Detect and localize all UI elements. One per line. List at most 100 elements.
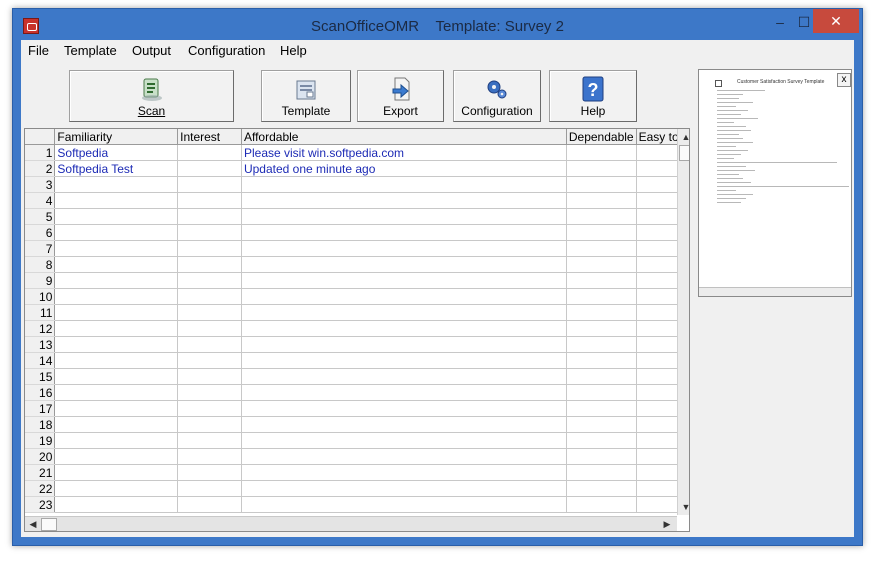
table-cell-interest[interactable] <box>177 160 242 177</box>
table-cell-familiarity[interactable] <box>54 352 179 369</box>
table-row[interactable]: 10 <box>25 288 689 305</box>
table-cell-familiarity[interactable] <box>54 400 179 417</box>
row-header[interactable]: 14 <box>25 352 56 369</box>
table-cell-dependable[interactable] <box>566 224 637 241</box>
table-cell-affordable[interactable] <box>241 240 567 257</box>
table-cell-affordable[interactable] <box>241 384 567 401</box>
table-cell-affordable[interactable] <box>241 416 567 433</box>
table-cell-dependable[interactable] <box>566 480 637 497</box>
table-cell-affordable[interactable]: Please visit win.softpedia.com <box>241 144 567 161</box>
table-cell-dependable[interactable] <box>566 256 637 273</box>
table-cell-familiarity[interactable] <box>54 416 179 433</box>
table-row[interactable]: 23 <box>25 496 689 513</box>
table-row[interactable]: 9 <box>25 272 689 289</box>
table-row[interactable]: 4 <box>25 192 689 209</box>
table-cell-affordable[interactable] <box>241 272 567 289</box>
table-cell-interest[interactable] <box>177 256 242 273</box>
table-cell-dependable[interactable] <box>566 368 637 385</box>
table-cell-interest[interactable] <box>177 224 242 241</box>
table-cell-dependable[interactable] <box>566 160 637 177</box>
table-cell-interest[interactable] <box>177 384 242 401</box>
menu-output[interactable]: Output <box>132 43 171 58</box>
table-cell-affordable[interactable] <box>241 480 567 497</box>
vertical-scroll-thumb[interactable] <box>679 145 689 161</box>
row-header[interactable]: 12 <box>25 320 56 337</box>
table-row[interactable]: 14 <box>25 352 689 369</box>
table-cell-familiarity[interactable] <box>54 240 179 257</box>
table-row[interactable]: 6 <box>25 224 689 241</box>
row-header[interactable]: 15 <box>25 368 56 385</box>
column-header-familiarity[interactable]: Familiarity <box>54 129 179 145</box>
help-button[interactable]: ? Help <box>549 70 637 122</box>
table-cell-interest[interactable] <box>177 352 242 369</box>
table-row[interactable]: 3 <box>25 176 689 193</box>
table-cell-interest[interactable] <box>177 304 242 321</box>
menu-template[interactable]: Template <box>64 43 117 58</box>
table-cell-affordable[interactable] <box>241 320 567 337</box>
table-cell-interest[interactable] <box>177 416 242 433</box>
vertical-scrollbar[interactable]: ▲ ▼ <box>677 129 689 515</box>
table-cell-familiarity[interactable] <box>54 384 179 401</box>
table-row[interactable]: 18 <box>25 416 689 433</box>
scroll-down-arrow[interactable]: ▼ <box>678 499 689 515</box>
table-cell-dependable[interactable] <box>566 352 637 369</box>
row-header[interactable]: 21 <box>25 464 56 481</box>
row-header[interactable]: 13 <box>25 336 56 353</box>
column-header-interest[interactable]: Interest <box>177 129 242 145</box>
maximize-button[interactable]: ☐ <box>793 12 815 34</box>
table-cell-dependable[interactable] <box>566 240 637 257</box>
table-row[interactable]: 2 Softpedia Test Updated one minute ago <box>25 160 689 177</box>
row-header[interactable]: 1 <box>25 144 56 161</box>
scroll-left-arrow[interactable]: ◀ <box>25 517 41 531</box>
scroll-right-arrow[interactable]: ▶ <box>659 517 675 531</box>
table-cell-interest[interactable] <box>177 336 242 353</box>
table-cell-interest[interactable] <box>177 496 242 513</box>
table-cell-dependable[interactable] <box>566 416 637 433</box>
table-cell-interest[interactable] <box>177 208 242 225</box>
table-cell-dependable[interactable] <box>566 208 637 225</box>
table-cell-familiarity[interactable] <box>54 496 179 513</box>
table-row[interactable]: 21 <box>25 464 689 481</box>
table-row[interactable]: 17 <box>25 400 689 417</box>
table-cell-interest[interactable] <box>177 192 242 209</box>
table-cell-interest[interactable] <box>177 320 242 337</box>
table-cell-dependable[interactable] <box>566 496 637 513</box>
horizontal-scrollbar[interactable]: ◀ ▶ <box>25 516 677 531</box>
table-cell-affordable[interactable] <box>241 288 567 305</box>
table-cell-dependable[interactable] <box>566 192 637 209</box>
table-cell-interest[interactable] <box>177 272 242 289</box>
table-cell-familiarity[interactable]: Softpedia <box>54 144 179 161</box>
table-cell-dependable[interactable] <box>566 400 637 417</box>
table-cell-familiarity[interactable] <box>54 464 179 481</box>
table-cell-dependable[interactable] <box>566 336 637 353</box>
configuration-button[interactable]: Configuration <box>453 70 541 122</box>
scroll-up-arrow[interactable]: ▲ <box>678 129 689 145</box>
row-header[interactable]: 10 <box>25 288 56 305</box>
table-cell-interest[interactable] <box>177 144 242 161</box>
table-cell-interest[interactable] <box>177 400 242 417</box>
row-header[interactable]: 8 <box>25 256 56 273</box>
table-cell-affordable[interactable] <box>241 304 567 321</box>
table-cell-familiarity[interactable] <box>54 432 179 449</box>
table-cell-dependable[interactable] <box>566 288 637 305</box>
menu-help[interactable]: Help <box>280 43 307 58</box>
row-header[interactable]: 23 <box>25 496 56 513</box>
table-cell-affordable[interactable] <box>241 400 567 417</box>
row-header[interactable]: 9 <box>25 272 56 289</box>
table-cell-familiarity[interactable] <box>54 304 179 321</box>
table-cell-familiarity[interactable]: Softpedia Test <box>54 160 179 177</box>
table-cell-affordable[interactable] <box>241 256 567 273</box>
table-cell-interest[interactable] <box>177 432 242 449</box>
table-cell-interest[interactable] <box>177 240 242 257</box>
table-cell-familiarity[interactable] <box>54 448 179 465</box>
table-cell-affordable[interactable] <box>241 464 567 481</box>
table-cell-familiarity[interactable] <box>54 368 179 385</box>
table-row[interactable]: 1 Softpedia Please visit win.softpedia.com <box>25 144 689 161</box>
export-button[interactable]: Export <box>357 70 444 122</box>
table-cell-dependable[interactable] <box>566 432 637 449</box>
table-cell-familiarity[interactable] <box>54 224 179 241</box>
table-cell-dependable[interactable] <box>566 304 637 321</box>
table-cell-interest[interactable] <box>177 176 242 193</box>
row-header[interactable]: 20 <box>25 448 56 465</box>
table-cell-interest[interactable] <box>177 448 242 465</box>
